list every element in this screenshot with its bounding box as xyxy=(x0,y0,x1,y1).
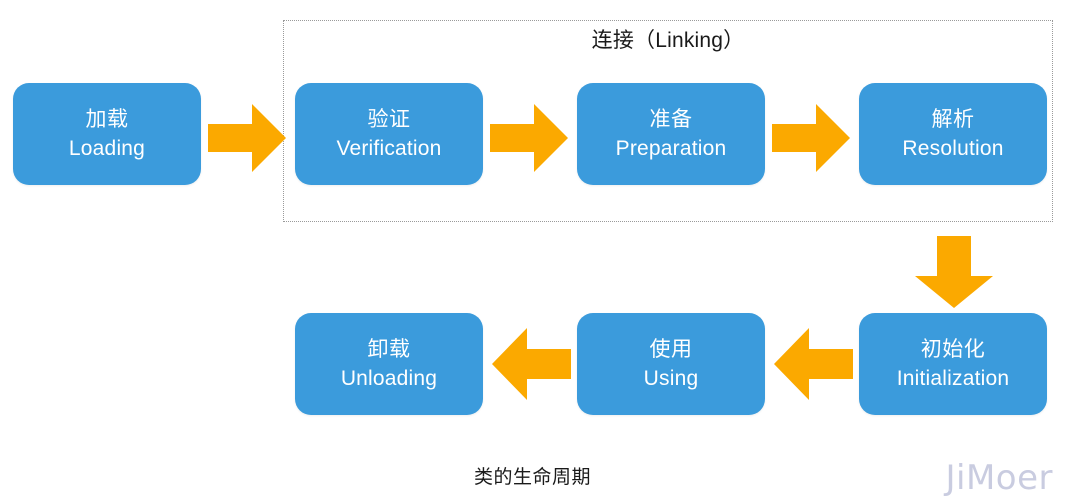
stage-label-unloading-en: Unloading xyxy=(340,366,438,390)
diagram-canvas: 连接（Linking） 加载 Loading 验证 Verification 准… xyxy=(0,0,1065,500)
arrow-left-icon-using-to-unloading xyxy=(492,328,571,400)
stage-label-initialization-zh: 初始化 xyxy=(920,337,986,361)
arrow-left-icon-initialization-to-using xyxy=(774,328,853,400)
stage-label-loading-en: Loading xyxy=(68,136,146,160)
stage-box-using: 使用 Using xyxy=(577,313,765,415)
stage-label-verification-en: Verification xyxy=(336,136,442,160)
arrow-right-icon-verification-to-preparation xyxy=(490,104,568,172)
stage-label-loading-zh: 加载 xyxy=(85,107,129,131)
stage-label-preparation-en: Preparation xyxy=(615,136,727,160)
stage-label-resolution-zh: 解析 xyxy=(931,107,975,131)
stage-label-using-zh: 使用 xyxy=(649,337,693,361)
stage-label-verification-zh: 验证 xyxy=(367,107,411,131)
stage-box-resolution: 解析 Resolution xyxy=(859,83,1047,185)
diagram-caption: 类的生命周期 xyxy=(473,467,591,488)
arrow-down-icon-resolution-to-initialization xyxy=(915,236,993,308)
stage-box-verification: 验证 Verification xyxy=(295,83,483,185)
arrow-right-icon-loading-to-verification xyxy=(208,104,286,172)
stage-label-initialization-en: Initialization xyxy=(896,366,1010,390)
stage-box-unloading: 卸载 Unloading xyxy=(295,313,483,415)
watermark-text: JiMoer xyxy=(945,458,1053,498)
stage-label-preparation-zh: 准备 xyxy=(649,107,693,131)
stage-box-loading: 加载 Loading xyxy=(13,83,201,185)
linking-group-label: 连接（Linking） xyxy=(591,29,745,52)
stage-label-unloading-zh: 卸载 xyxy=(367,337,411,361)
stage-box-initialization: 初始化 Initialization xyxy=(859,313,1047,415)
arrow-right-icon-preparation-to-resolution xyxy=(772,104,850,172)
stage-box-preparation: 准备 Preparation xyxy=(577,83,765,185)
stage-label-resolution-en: Resolution xyxy=(902,136,1004,160)
stage-label-using-en: Using xyxy=(643,366,699,390)
